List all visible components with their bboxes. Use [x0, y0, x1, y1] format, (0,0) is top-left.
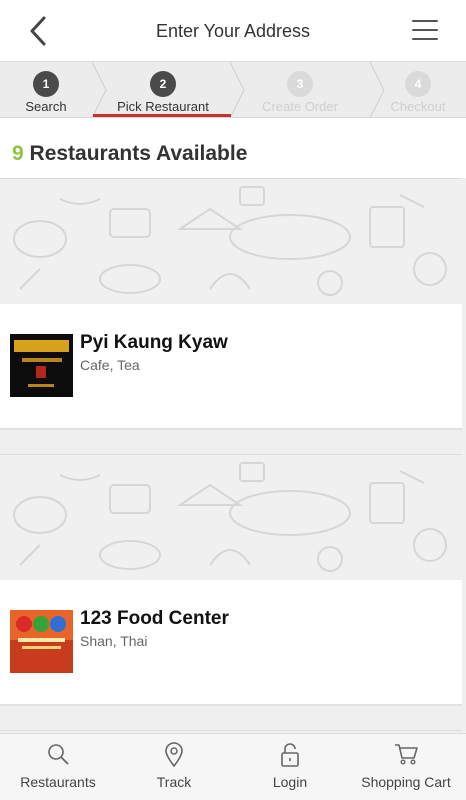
cart-icon	[395, 744, 418, 765]
step-checkout[interactable]: 4 Checkout	[386, 62, 450, 118]
step-number: 2	[150, 71, 176, 97]
restaurant-info: 123 Food Center Shan, Thai	[0, 580, 462, 704]
results-header: 9 Restaurants Available	[0, 118, 466, 178]
step-create-order[interactable]: 3 Create Order	[252, 62, 348, 118]
nav-login[interactable]: Login	[232, 734, 348, 800]
restaurant-info: Pyi Kaung Kyaw Cafe, Tea	[0, 304, 462, 428]
search-icon	[48, 744, 69, 765]
step-label: Checkout	[390, 99, 446, 114]
step-label: Search	[25, 99, 67, 114]
restaurant-banner-image	[0, 454, 462, 580]
step-label: Pick Restaurant	[117, 99, 209, 114]
nav-label: Restaurants	[20, 774, 96, 790]
nav-label: Login	[272, 774, 308, 790]
step-number: 1	[33, 71, 59, 97]
restaurant-banner-image	[0, 178, 462, 304]
restaurant-logo	[10, 610, 73, 673]
step-divider-icon	[229, 62, 245, 118]
step-search[interactable]: 1 Search	[18, 62, 74, 118]
nav-track[interactable]: Track	[116, 734, 232, 800]
lock-icon	[281, 743, 299, 767]
step-number: 4	[405, 71, 431, 97]
step-label: Create Order	[262, 99, 338, 114]
restaurant-name: Pyi Kaung Kyaw	[80, 332, 228, 353]
restaurant-cuisine: Cafe, Tea	[80, 357, 140, 373]
step-number: 3	[287, 71, 313, 97]
map-pin-icon	[165, 742, 183, 768]
bottom-nav: Restaurants Track Login Shopping Cart	[0, 733, 466, 800]
step-divider-icon	[91, 62, 107, 118]
nav-label: Track	[156, 774, 192, 790]
app: Enter Your Address 1 Search 2 Pick Resta…	[0, 0, 466, 800]
top-bar: Enter Your Address	[0, 0, 466, 62]
results-count: 9	[12, 142, 24, 165]
step-pick-restaurant[interactable]: 2 Pick Restaurant	[108, 62, 218, 118]
hamburger-menu-icon[interactable]	[412, 20, 440, 42]
progress-stepper: 1 Search 2 Pick Restaurant 3 Create Orde…	[0, 62, 466, 118]
page-title: Enter Your Address	[155, 21, 311, 41]
results-count-heading: 9 Restaurants Available	[12, 142, 247, 166]
results-label: Restaurants Available	[29, 142, 248, 165]
nav-shopping-cart[interactable]: Shopping Cart	[348, 734, 464, 800]
restaurant-cuisine: Shan, Thai	[80, 633, 148, 649]
restaurant-card[interactable]: 123 Food Center Shan, Thai	[0, 454, 462, 706]
nav-label: Shopping Cart	[361, 774, 451, 790]
restaurant-card[interactable]: Pyi Kaung Kyaw Cafe, Tea	[0, 178, 462, 430]
current-step-indicator	[93, 114, 231, 117]
restaurant-logo	[10, 334, 73, 397]
nav-restaurants[interactable]: Restaurants	[0, 734, 116, 800]
restaurant-name: 123 Food Center	[80, 608, 229, 629]
step-divider-icon	[369, 62, 385, 118]
